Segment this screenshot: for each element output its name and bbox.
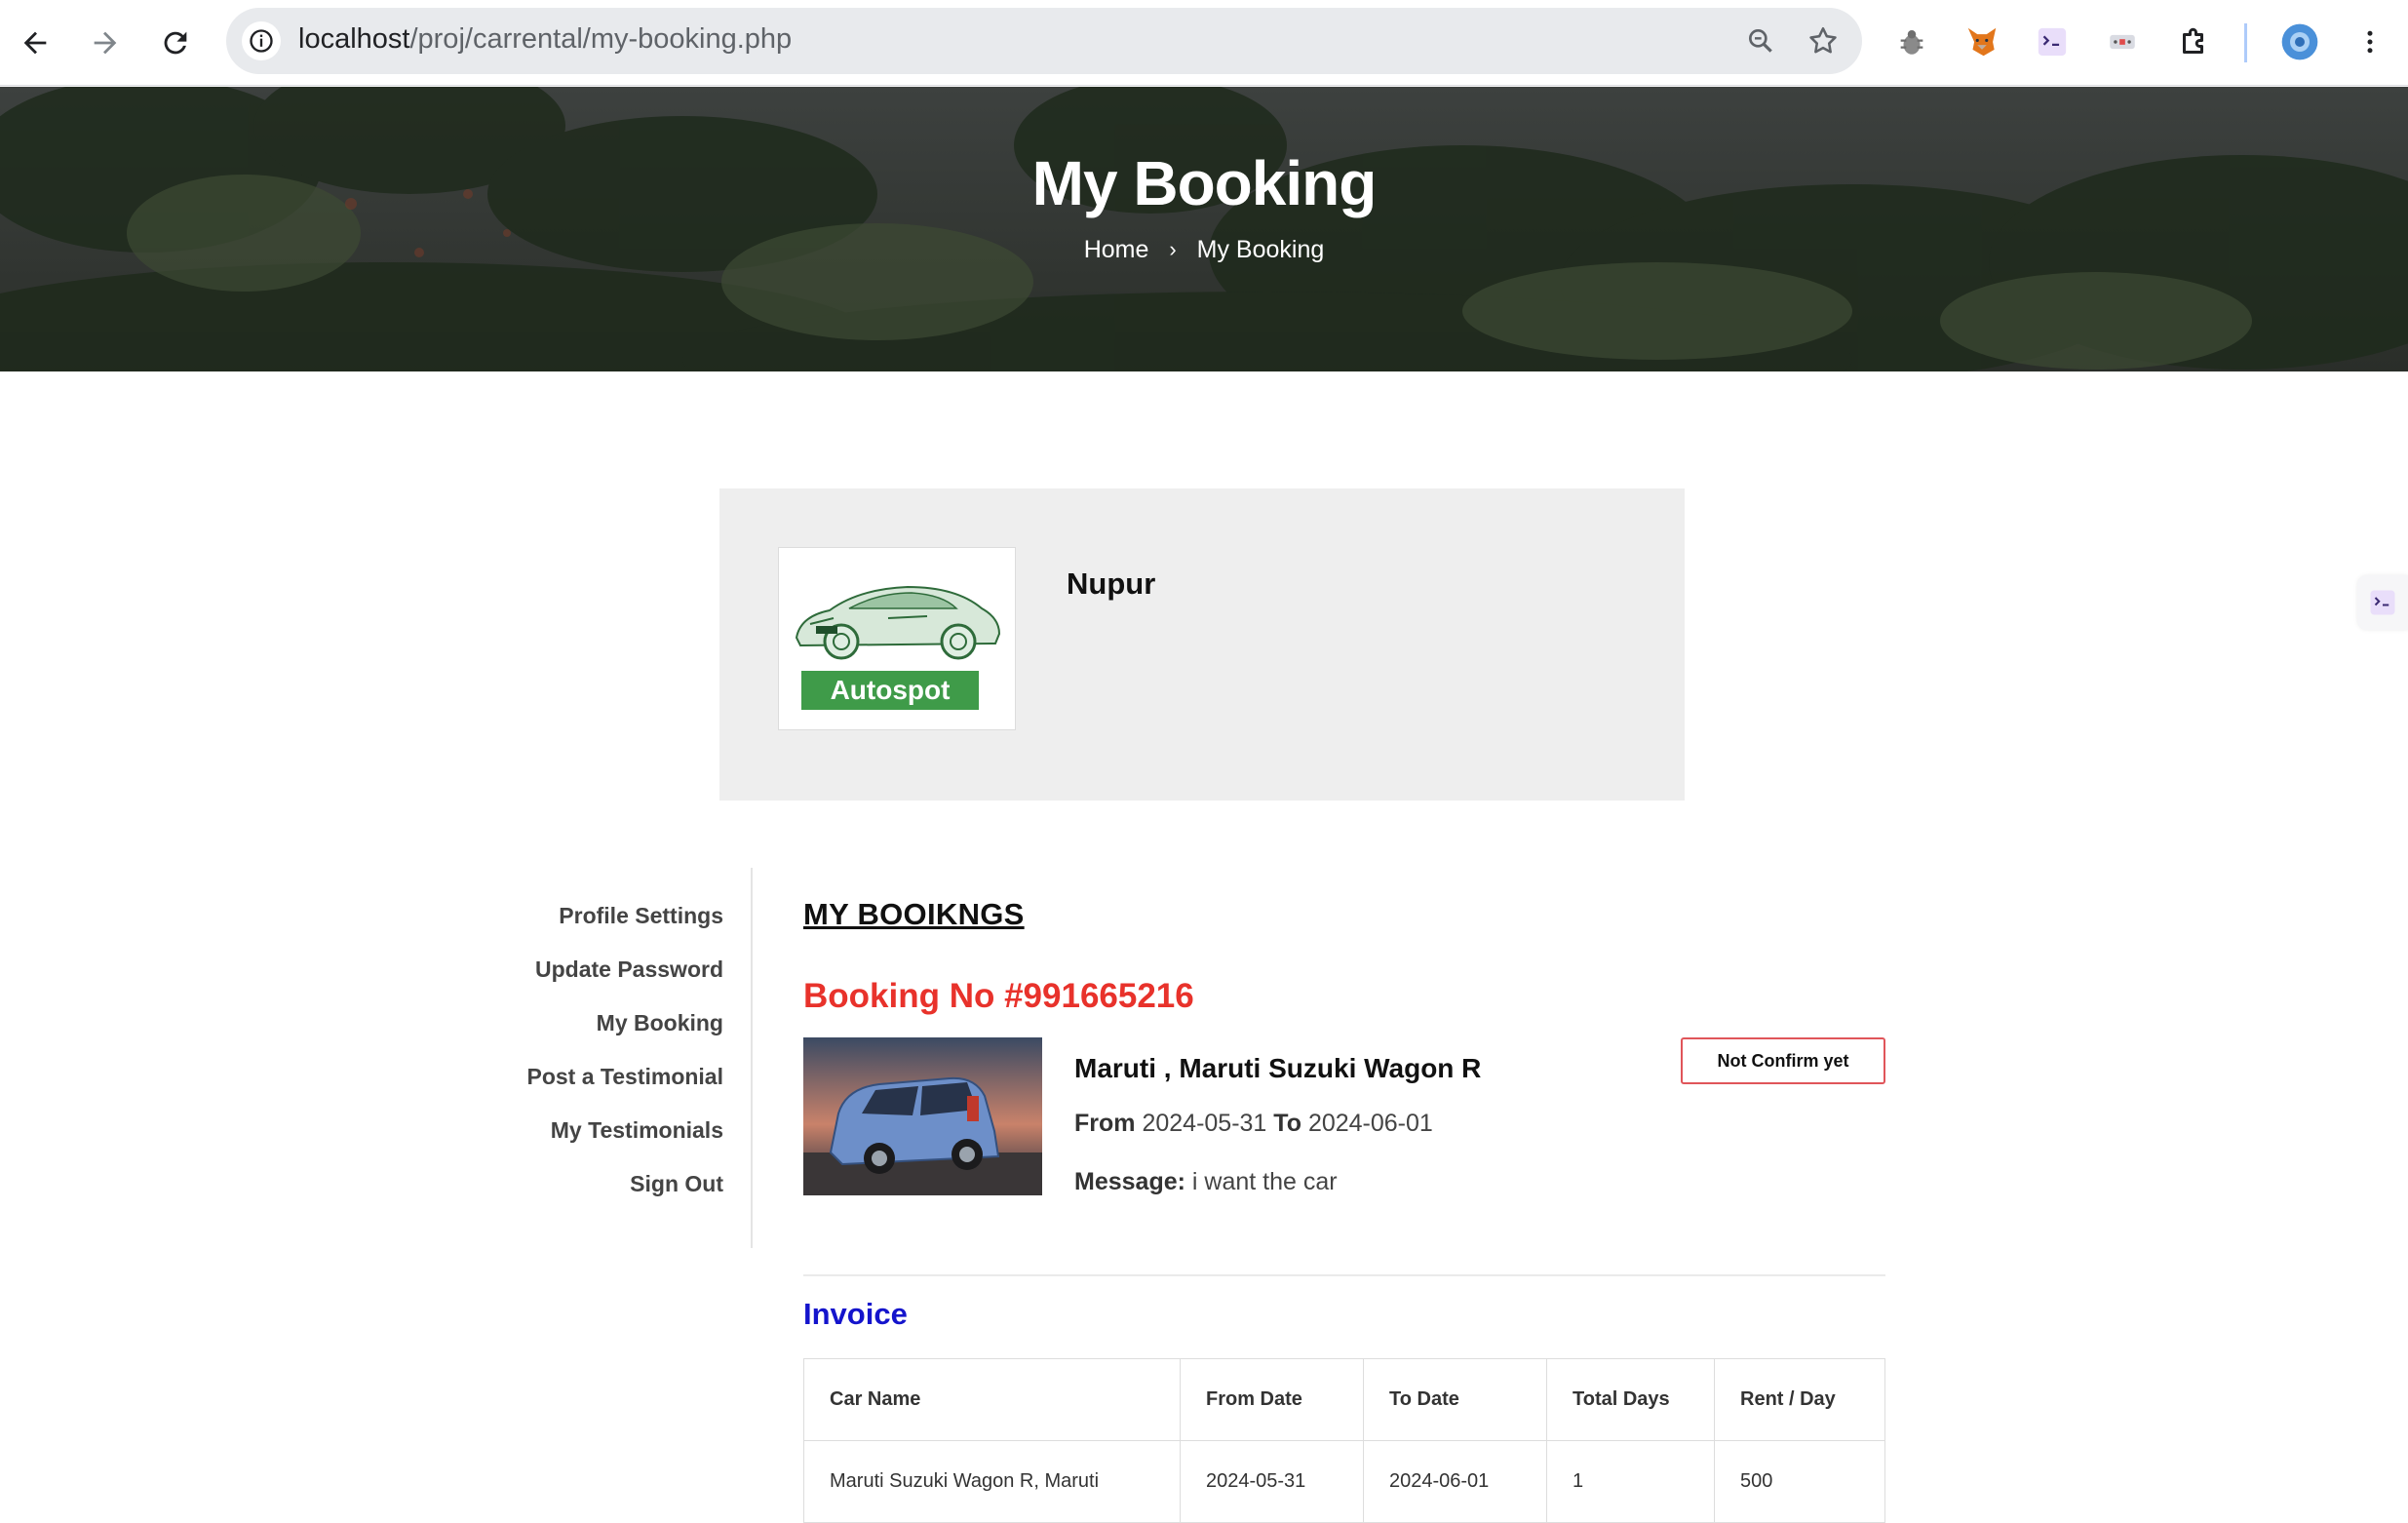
zoom-icon[interactable] bbox=[1741, 21, 1780, 60]
chevron-right-icon: › bbox=[1169, 237, 1177, 262]
code-extension-icon bbox=[2370, 590, 2395, 615]
from-label: From bbox=[1074, 1110, 1136, 1137]
profile-icon[interactable] bbox=[2277, 20, 2322, 64]
table-header-row: Car Name From Date To Date Total Days Re… bbox=[803, 1358, 1885, 1441]
cell-from-date: 2024-05-31 bbox=[1180, 1440, 1364, 1523]
breadcrumb: Home › My Booking bbox=[0, 235, 2408, 264]
car-image[interactable] bbox=[803, 1037, 1042, 1195]
back-arrow-icon bbox=[23, 31, 47, 55]
code-extension-icon[interactable] bbox=[2030, 20, 2075, 64]
sports-car-logo-icon bbox=[795, 585, 1001, 660]
cell-total-days: 1 bbox=[1546, 1440, 1715, 1523]
browser-toolbar: localhost/proj/carrental/my-booking.php bbox=[0, 0, 2408, 86]
back-button[interactable] bbox=[10, 18, 60, 68]
cell-rent-per-day: 500 bbox=[1714, 1440, 1885, 1523]
logo-text: Autospot bbox=[801, 671, 979, 710]
car-title: Maruti , Maruti Suzuki Wagon R bbox=[1074, 1053, 1482, 1083]
hero-banner: My Booking Home › My Booking bbox=[0, 87, 2408, 371]
reload-icon bbox=[164, 31, 187, 55]
cell-car-name: Maruti Suzuki Wagon R, Maruti bbox=[803, 1440, 1181, 1523]
sidebar-item-my-testimonials[interactable]: My Testimonials bbox=[551, 1117, 723, 1144]
cell-to-date: 2024-06-01 bbox=[1363, 1440, 1547, 1523]
star-icon[interactable] bbox=[1804, 21, 1843, 60]
page-title: My Booking bbox=[1031, 148, 1378, 218]
message-text: i want the car bbox=[1191, 1168, 1338, 1195]
message-label: Message: bbox=[1074, 1168, 1185, 1195]
to-date: 2024-06-01 bbox=[1307, 1110, 1433, 1137]
to-label: To bbox=[1273, 1110, 1301, 1137]
sidebar-item-sign-out[interactable]: Sign Out bbox=[630, 1171, 723, 1197]
sidebar-item-profile-settings[interactable]: Profile Settings bbox=[559, 903, 723, 929]
reload-button[interactable] bbox=[150, 18, 201, 68]
tag-extension-icon[interactable] bbox=[2100, 20, 2145, 64]
kebab-menu-icon[interactable] bbox=[2348, 20, 2392, 64]
profile-name: Nupur bbox=[1067, 566, 1156, 601]
section-heading: MY BOOIKNGS bbox=[803, 897, 1025, 931]
column-header-car-name: Car Name bbox=[803, 1358, 1181, 1441]
toolbar-divider bbox=[2244, 23, 2247, 62]
account-sidebar: Profile Settings Update Password My Book… bbox=[487, 868, 753, 1248]
profile-card: Autospot Nupur bbox=[719, 488, 1685, 801]
breadcrumb-current: My Booking bbox=[1196, 235, 1325, 263]
bug-extension-icon[interactable] bbox=[1889, 20, 1934, 64]
invoice-table: Car Name From Date To Date Total Days Re… bbox=[803, 1358, 1885, 1523]
column-header-total-days: Total Days bbox=[1546, 1358, 1715, 1441]
url-path: /proj/carrental/my-booking.php bbox=[409, 23, 793, 55]
from-date: 2024-05-31 bbox=[1142, 1110, 1267, 1137]
invoice-heading: Invoice bbox=[803, 1297, 908, 1331]
table-row: Maruti Suzuki Wagon R, Maruti 2024-05-31… bbox=[803, 1440, 1885, 1523]
column-header-from-date: From Date bbox=[1180, 1358, 1364, 1441]
hero-background-image bbox=[0, 87, 2408, 371]
breadcrumb-home-link[interactable]: Home bbox=[1084, 236, 1149, 264]
forward-button[interactable] bbox=[80, 18, 131, 68]
sidebar-item-post-testimonial[interactable]: Post a Testimonial bbox=[526, 1064, 723, 1090]
column-header-to-date: To Date bbox=[1363, 1358, 1547, 1441]
sidebar-item-update-password[interactable]: Update Password bbox=[535, 957, 723, 983]
forward-arrow-icon bbox=[94, 31, 117, 55]
section-divider bbox=[803, 1274, 1885, 1276]
address-bar[interactable]: localhost/proj/carrental/my-booking.php bbox=[226, 8, 1862, 74]
floating-extension-tab[interactable] bbox=[2357, 575, 2408, 630]
booking-dates: From 2024-05-31 To 2024-06-01 bbox=[1074, 1110, 1433, 1138]
column-header-rent-per-day: Rent / Day bbox=[1714, 1358, 1885, 1441]
booking-number: Booking No #991665216 bbox=[803, 977, 1194, 1015]
booking-message: Message: i want the car bbox=[1074, 1168, 1338, 1196]
info-icon[interactable] bbox=[242, 21, 281, 60]
url-text[interactable]: localhost/proj/carrental/my-booking.php bbox=[298, 23, 792, 56]
puzzle-icon[interactable] bbox=[2172, 20, 2217, 64]
url-host: localhost bbox=[298, 23, 410, 55]
fox-extension-icon[interactable] bbox=[1960, 20, 2004, 64]
status-badge[interactable]: Not Confirm yet bbox=[1681, 1037, 1885, 1084]
profile-avatar: Autospot bbox=[778, 547, 1016, 730]
sidebar-item-my-booking[interactable]: My Booking bbox=[597, 1010, 723, 1036]
